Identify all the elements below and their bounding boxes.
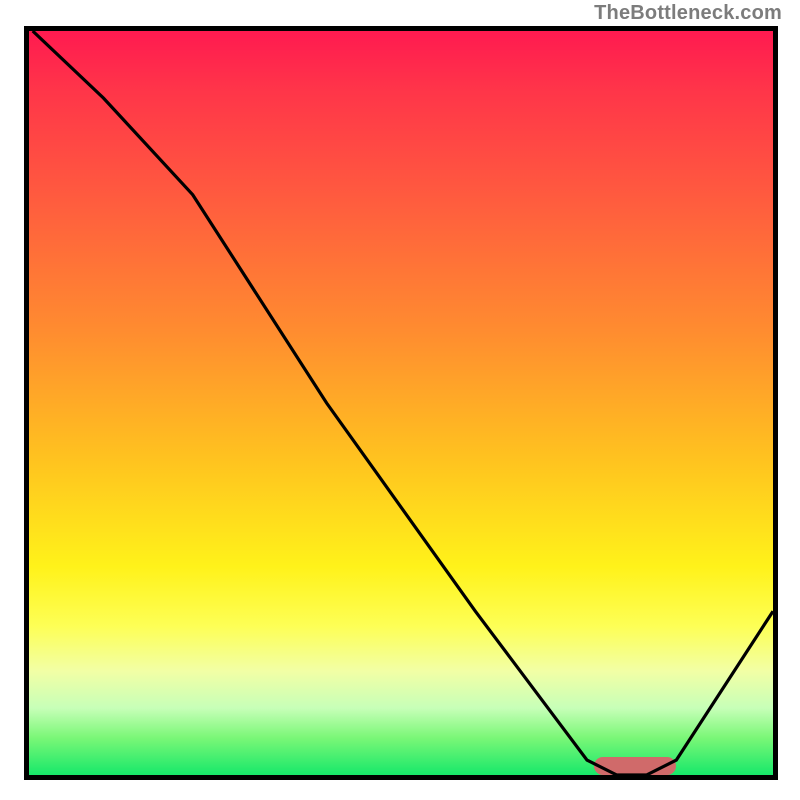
curve-path bbox=[33, 31, 773, 775]
chart-frame bbox=[24, 26, 778, 780]
bottleneck-curve bbox=[29, 31, 773, 775]
attribution-text: TheBottleneck.com bbox=[594, 2, 782, 25]
